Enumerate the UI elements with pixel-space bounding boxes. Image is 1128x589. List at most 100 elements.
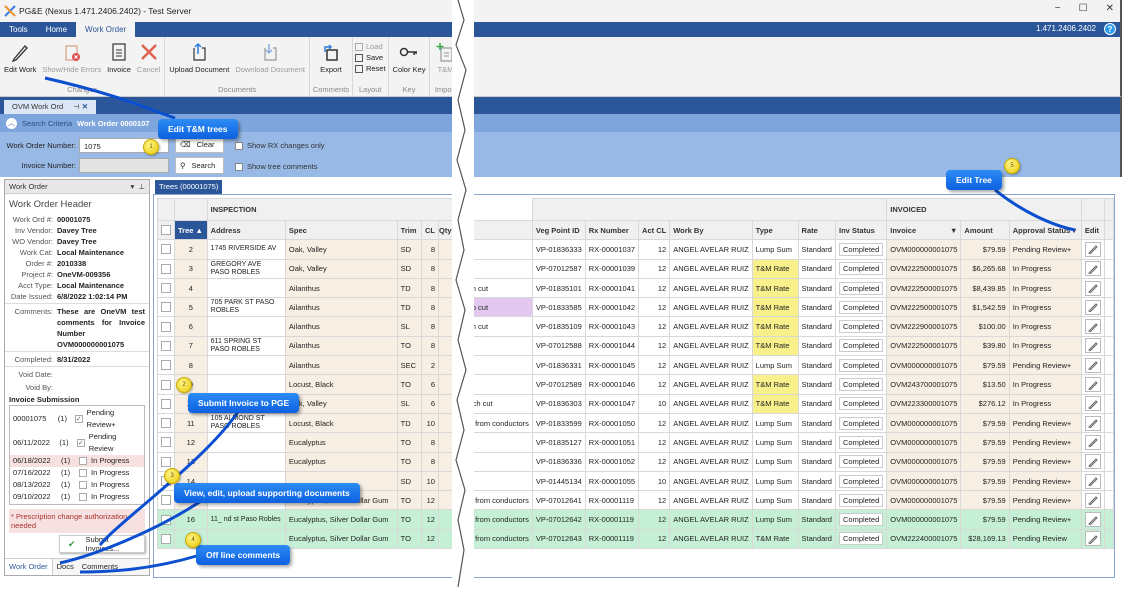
invoice-submission-item[interactable]: 06/11/2022 (1) ✓ Pending Review	[10, 431, 144, 455]
edit-tree-button[interactable]	[1084, 280, 1101, 296]
close-tab-icon[interactable]: ✕	[82, 102, 88, 111]
edit-tree-button[interactable]	[1084, 299, 1101, 315]
table-row[interactable]: 12 Eucalyptus TO 8 VP-01835127 RX-00001051 12 A…	[157, 432, 1114, 453]
edit-tree-button[interactable]	[1084, 357, 1101, 373]
column-header-work-by[interactable]: Work By	[669, 219, 753, 241]
submit-invoices-button[interactable]: ✔ Submit Invoices...	[59, 535, 145, 553]
export-button[interactable]: Export	[312, 39, 350, 85]
column-header-inv-status[interactable]: Inv Status	[834, 219, 888, 241]
dropdown-icon[interactable]: ▾	[131, 182, 135, 191]
column-header-invoice[interactable]: Invoice ▼	[886, 219, 962, 241]
row-checkbox[interactable]	[157, 490, 175, 511]
column-header-tree[interactable]: Tree ▲	[174, 219, 208, 241]
invoice-submission-item[interactable]: 09/10/2022 (1) In Progress	[10, 491, 144, 503]
upload-document-button[interactable]: Upload Document	[167, 39, 231, 85]
pin-icon[interactable]: ⊥	[138, 182, 145, 191]
row-checkbox[interactable]	[157, 258, 175, 279]
filter-icon[interactable]: ▼	[950, 226, 957, 235]
row-checkbox[interactable]	[157, 374, 175, 395]
pin-icon[interactable]: ⊣	[73, 102, 80, 111]
column-header-spec[interactable]: Spec	[284, 219, 398, 241]
edit-tree-button[interactable]	[1084, 492, 1101, 508]
search-button[interactable]: ⚲ Search	[175, 157, 224, 174]
show-rx-changes-checkbox[interactable]: Show RX changes only	[235, 141, 325, 150]
table-row[interactable]: 4AilanthusTD8bench cutVP-01835101RX-0000…	[157, 277, 1114, 299]
table-row[interactable]: 3 GREGORY AVE PASO ROBLES Oak, Valley SD 8 VP…	[157, 258, 1114, 279]
submission-checkbox[interactable]	[79, 469, 87, 477]
column-header-approval-status[interactable]: Approval Status ▼	[1008, 219, 1082, 241]
edit-work-button[interactable]: Edit Work	[2, 39, 38, 85]
submission-checkbox[interactable]: ✓	[76, 439, 85, 447]
show-tree-comments-checkbox[interactable]: Show tree comments	[235, 162, 317, 171]
row-checkbox[interactable]	[157, 277, 175, 299]
row-checkbox[interactable]	[157, 355, 175, 376]
table-row[interactable]: 16 11_ nd st Paso Robles Eucalyptus, Silve…	[157, 509, 1114, 530]
column-header-rate[interactable]: Rate	[797, 219, 836, 241]
submission-checkbox[interactable]: ✓	[74, 415, 83, 423]
menu-tab-home[interactable]: Home	[37, 22, 76, 37]
column-header-act-cl[interactable]: Act CL	[638, 219, 671, 241]
edit-tree-button[interactable]	[1084, 531, 1101, 547]
menu-tab-tools[interactable]: Tools	[0, 22, 37, 37]
column-header-rx-number[interactable]: Rx Number	[584, 219, 640, 241]
row-checkbox[interactable]	[157, 316, 175, 337]
invoice-number-input[interactable]	[79, 158, 169, 173]
edit-tree-button[interactable]	[1084, 434, 1101, 450]
row-checkbox[interactable]	[157, 412, 175, 434]
table-row[interactable]: 8 Ailanthus SEC 2 VP-01836331 RX-00001045 12 AN…	[157, 355, 1114, 376]
table-row[interactable]: 13 Eucalyptus TO 8 VP-01836336 RX-00001052 12 A…	[157, 451, 1114, 472]
column-header-cl[interactable]: CL	[420, 219, 439, 241]
tab-work-order[interactable]: Work Order	[5, 559, 53, 575]
collapse-chevron-icon[interactable]: ︿	[6, 117, 17, 129]
table-row[interactable]: 9Locust, BlackTO6VP-07012589RX-000010461…	[157, 374, 1114, 395]
edit-tree-button[interactable]	[1084, 241, 1101, 257]
tab-comments[interactable]: Comments	[78, 559, 122, 575]
row-checkbox[interactable]	[157, 528, 175, 550]
column-header-qty[interactable]: Qty	[438, 219, 453, 241]
color-key-button[interactable]: Color Key	[391, 39, 428, 85]
layout-reset-button[interactable]: Reset	[354, 64, 386, 73]
cancel-button[interactable]: Cancel	[135, 39, 162, 85]
maximize-button[interactable]: ☐	[1079, 3, 1088, 14]
row-checkbox[interactable]	[157, 239, 175, 260]
submission-checkbox[interactable]	[79, 493, 87, 501]
invoice-submission-item[interactable]: 06/18/2022 (1) In Progress	[10, 455, 144, 467]
show-hide-errors-button[interactable]: Show/Hide Errors	[40, 39, 103, 85]
help-icon[interactable]: ?	[1104, 23, 1116, 35]
tab-docs[interactable]: Docs	[53, 559, 78, 575]
select-all-checkbox[interactable]	[157, 219, 175, 241]
table-row[interactable]: 5705 PARK ST PASO ROBLESAilanthusTD8benc…	[157, 297, 1114, 318]
row-checkbox[interactable]	[157, 432, 175, 453]
edit-tree-button[interactable]	[1084, 473, 1101, 489]
table-row[interactable]: 7 611 SPRING ST PASO ROBLES Ailanthus TO 8 VP…	[157, 335, 1114, 357]
layout-save-button[interactable]: Save	[354, 53, 386, 62]
invoice-submission-item[interactable]: 08/13/2022 (1) In Progress	[10, 479, 144, 491]
minimize-button[interactable]: −	[1055, 3, 1061, 14]
row-checkbox[interactable]	[157, 509, 175, 530]
table-row[interactable]: 6AilanthusSL8bench cutVP-01835109RX-0000…	[157, 316, 1114, 337]
edit-tree-button[interactable]	[1084, 512, 1101, 528]
layout-load-button[interactable]: Load	[354, 42, 386, 51]
column-header-address[interactable]: Address	[206, 219, 286, 241]
close-button[interactable]: ✕	[1106, 3, 1114, 14]
table-row[interactable]: 17Eucalyptus, Silver Dollar GumTO12away …	[157, 528, 1114, 550]
edit-tree-button[interactable]	[1084, 377, 1101, 393]
edit-tree-button[interactable]	[1084, 261, 1101, 277]
row-checkbox[interactable]	[157, 335, 175, 357]
edit-tree-button[interactable]	[1084, 454, 1101, 470]
invoice-submission-item[interactable]: 00001075 (1) ✓ Pending Review+	[10, 407, 144, 431]
edit-tree-button[interactable]	[1084, 396, 1101, 412]
menu-tab-work-order[interactable]: Work Order	[76, 22, 136, 37]
table-row[interactable]: 2 1745 RIVERSIDE AV Oak, Valley SD 8 VP-01836…	[157, 239, 1114, 260]
column-header-veg-point-id[interactable]: Veg Point ID	[531, 219, 586, 241]
table-row[interactable]: 10Oak, ValleySL6r bench cutVP-01836303RX…	[157, 393, 1114, 414]
column-header-trim[interactable]: Trim	[396, 219, 422, 241]
column-header-type[interactable]: Type	[751, 219, 799, 241]
trees-tab[interactable]: Trees (00001075)	[155, 180, 223, 194]
edit-tree-button[interactable]	[1084, 415, 1101, 431]
submission-checkbox[interactable]	[79, 481, 87, 489]
invoice-submission-item[interactable]: 07/16/2022 (1) In Progress	[10, 467, 144, 479]
invoice-button[interactable]: Invoice	[105, 39, 133, 85]
row-checkbox[interactable]	[157, 393, 175, 414]
edit-tree-button[interactable]	[1084, 338, 1101, 354]
